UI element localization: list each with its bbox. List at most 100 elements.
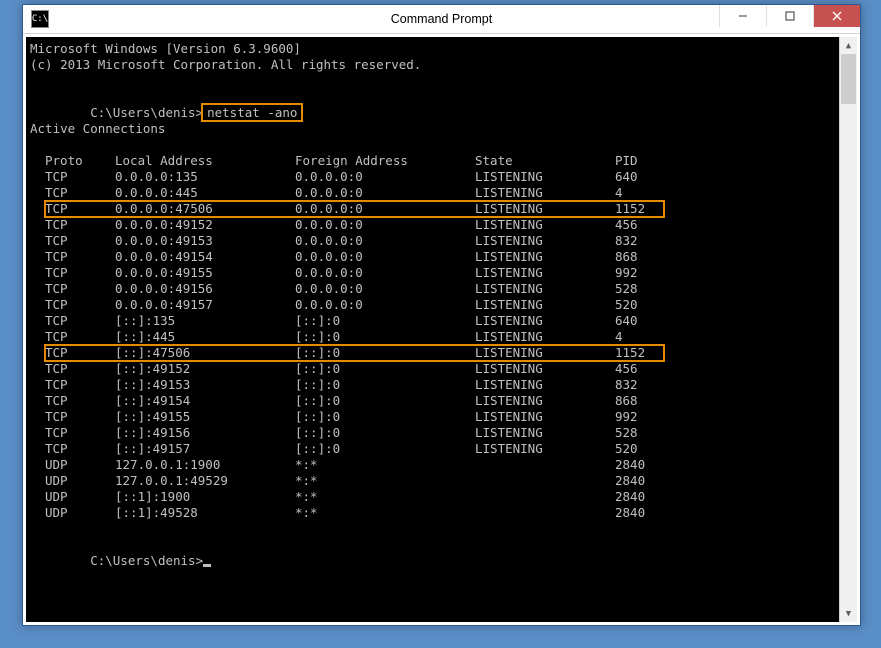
scroll-down-icon[interactable]: ▼: [840, 605, 857, 622]
cell-state: LISTENING: [475, 409, 615, 425]
table-row: TCP0.0.0.0:491520.0.0.0:0LISTENING456: [30, 217, 835, 233]
cell-foreign: 0.0.0.0:0: [295, 217, 475, 233]
minimize-button[interactable]: [719, 5, 766, 27]
table-row: UDP127.0.0.1:49529*:* 2840: [30, 473, 835, 489]
table-row: TCP0.0.0.0:491550.0.0.0:0LISTENING992: [30, 265, 835, 281]
cell-pid: 2840: [615, 473, 695, 489]
cell-pid: 2840: [615, 505, 695, 521]
cell-proto: UDP: [45, 457, 115, 473]
cell-pid: 832: [615, 377, 695, 393]
table-header: Proto Local Address Foreign Address Stat…: [30, 153, 835, 169]
cell-foreign: 0.0.0.0:0: [295, 281, 475, 297]
cell-foreign: 0.0.0.0:0: [295, 297, 475, 313]
cell-proto: TCP: [45, 345, 115, 361]
cell-local: [::]:49157: [115, 441, 295, 457]
cell-proto: TCP: [45, 217, 115, 233]
cell-proto: TCP: [45, 361, 115, 377]
cell-pid: 4: [615, 329, 695, 345]
table-row: UDP127.0.0.1:1900*:*2840: [30, 457, 835, 473]
cell-local: 0.0.0.0:47506: [115, 201, 295, 217]
table-row: UDP[::1]:1900*:*2840: [30, 489, 835, 505]
cell-proto: TCP: [45, 409, 115, 425]
cell-pid: 868: [615, 393, 695, 409]
cell-foreign: 0.0.0.0:0: [295, 265, 475, 281]
cell-local: [::]:49153: [115, 377, 295, 393]
cell-foreign: [::]:0: [295, 329, 475, 345]
scroll-track[interactable]: [840, 54, 857, 605]
scroll-thumb[interactable]: [841, 54, 856, 104]
cell-local: [::]:49156: [115, 425, 295, 441]
cell-foreign: 0.0.0.0:0: [295, 233, 475, 249]
titlebar[interactable]: C:\ Command Prompt: [23, 5, 860, 34]
blank-line: [30, 521, 835, 537]
cell-foreign: [::]:0: [295, 393, 475, 409]
cell-state: LISTENING: [475, 233, 615, 249]
cell-foreign: 0.0.0.0:0: [295, 185, 475, 201]
cell-foreign: [::]:0: [295, 361, 475, 377]
terminal-area: Microsoft Windows [Version 6.3.9600] (c)…: [23, 34, 860, 625]
cell-foreign: 0.0.0.0:0: [295, 169, 475, 185]
scrollbar[interactable]: ▲ ▼: [839, 37, 857, 622]
cell-foreign: *:*: [295, 473, 475, 489]
cell-pid: 640: [615, 169, 695, 185]
cell-state: LISTENING: [475, 425, 615, 441]
table-row: TCP[::]:47506[::]:0LISTENING1152: [30, 345, 835, 361]
blank-line: [30, 73, 835, 89]
cell-local: 0.0.0.0:49153: [115, 233, 295, 249]
cell-local: [::]:49152: [115, 361, 295, 377]
cell-pid: 4: [615, 185, 695, 201]
cell-proto: TCP: [45, 169, 115, 185]
cell-proto: TCP: [45, 281, 115, 297]
cell-proto: TCP: [45, 249, 115, 265]
cell-local: 127.0.0.1:1900: [115, 457, 295, 473]
cell-pid: 520: [615, 441, 695, 457]
cell-proto: UDP: [45, 473, 115, 489]
cell-pid: 2840: [615, 489, 695, 505]
table-row: TCP0.0.0.0:475060.0.0.0:0LISTENING1152: [30, 201, 835, 217]
table-body: TCP0.0.0.0:1350.0.0.0:0LISTENING640TCP0.…: [30, 169, 835, 521]
cell-state: LISTENING: [475, 297, 615, 313]
scroll-up-icon[interactable]: ▲: [840, 37, 857, 54]
table-row: TCP0.0.0.0:491560.0.0.0:0LISTENING528: [30, 281, 835, 297]
cell-pid: 528: [615, 425, 695, 441]
table-row: TCP0.0.0.0:491530.0.0.0:0LISTENING832: [30, 233, 835, 249]
banner-line: Microsoft Windows [Version 6.3.9600]: [30, 41, 835, 57]
cell-foreign: [::]:0: [295, 377, 475, 393]
maximize-button[interactable]: [766, 5, 813, 27]
cell-pid: 640: [615, 313, 695, 329]
cell-state: LISTENING: [475, 377, 615, 393]
col-local: Local Address: [115, 153, 295, 169]
cell-local: 0.0.0.0:49154: [115, 249, 295, 265]
cell-local: [::1]:1900: [115, 489, 295, 505]
cell-local: [::1]:49528: [115, 505, 295, 521]
cell-local: 0.0.0.0:135: [115, 169, 295, 185]
cell-pid: 868: [615, 249, 695, 265]
prompt-line: C:\Users\denis>netstat -ano: [30, 89, 835, 105]
table-row: TCP[::]:49155[::]:0LISTENING992: [30, 409, 835, 425]
cursor-icon: [203, 564, 211, 567]
cell-foreign: [::]:0: [295, 425, 475, 441]
cell-foreign: *:*: [295, 505, 475, 521]
cell-pid: 528: [615, 281, 695, 297]
table-row: TCP[::]:49154[::]:0LISTENING868: [30, 393, 835, 409]
cell-foreign: 0.0.0.0:0: [295, 249, 475, 265]
table-row: UDP[::1]:49528*:*2840: [30, 505, 835, 521]
cell-local: [::]:49155: [115, 409, 295, 425]
cell-proto: TCP: [45, 329, 115, 345]
cell-state: LISTENING: [475, 281, 615, 297]
command-prompt-window: C:\ Command Prompt Microsoft Windows [Ve…: [22, 4, 861, 626]
close-button[interactable]: [813, 5, 860, 27]
cell-state: LISTENING: [475, 441, 615, 457]
cell-pid: 1152: [615, 201, 695, 217]
terminal-output[interactable]: Microsoft Windows [Version 6.3.9600] (c)…: [26, 37, 839, 622]
cell-local: 127.0.0.1:49529: [115, 473, 295, 489]
cell-pid: 456: [615, 361, 695, 377]
cell-state: LISTENING: [475, 185, 615, 201]
col-pid: PID: [615, 153, 695, 169]
cell-state: LISTENING: [475, 169, 615, 185]
cell-pid: 992: [615, 409, 695, 425]
cell-proto: TCP: [45, 313, 115, 329]
prompt-path: C:\Users\denis>: [90, 553, 203, 568]
cell-proto: TCP: [45, 441, 115, 457]
cell-pid: 2840: [615, 457, 695, 473]
